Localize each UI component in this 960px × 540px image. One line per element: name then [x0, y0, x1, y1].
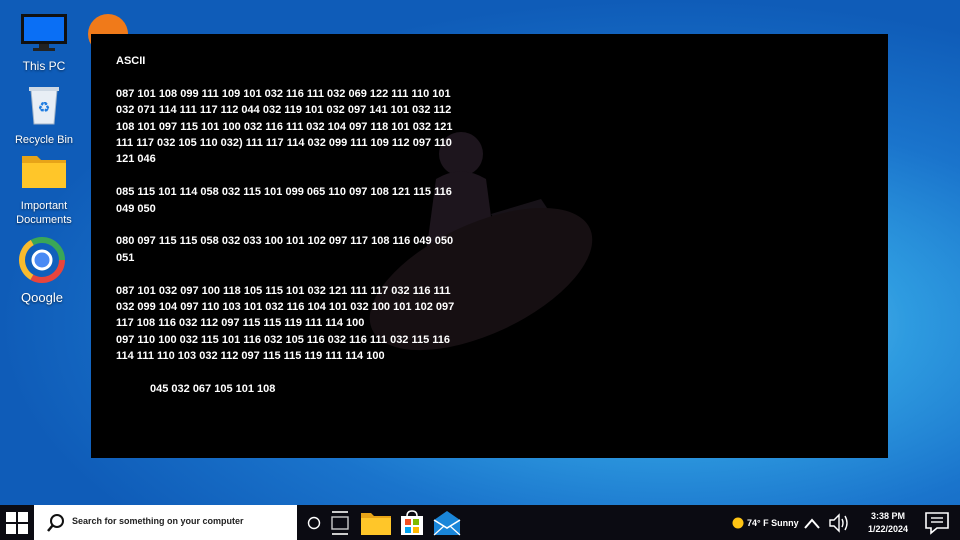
task-view-icon	[331, 510, 349, 535]
search-icon	[47, 514, 64, 532]
terminal-heading: ASCII	[116, 55, 146, 67]
ascii-block-1: 087 101 108 099 111 109 101 032 116 111 …	[116, 87, 453, 166]
recycle-bin-shortcut[interactable]: ♻ Recycle Bin	[8, 84, 80, 147]
terminal-text: ASCII 087 101 108 099 111 109 101 032 11…	[116, 53, 456, 414]
volume-button[interactable]	[828, 505, 852, 540]
clock-time: 3:38 PM	[870, 511, 905, 521]
browser-icon	[19, 237, 65, 283]
monitor-icon	[21, 14, 67, 51]
sun-icon	[732, 517, 744, 528]
store-icon	[401, 509, 423, 535]
qoogle-shortcut[interactable]: Qoogle	[6, 236, 78, 305]
mail-button[interactable]	[432, 505, 462, 540]
this-pc-label: This PC	[22, 59, 66, 73]
store-button[interactable]	[398, 505, 426, 540]
notifications-button[interactable]	[924, 505, 950, 540]
task-view-button[interactable]	[328, 505, 352, 540]
notification-icon	[925, 511, 949, 535]
windows-logo-icon	[6, 511, 28, 534]
weather-widget[interactable]: 74° F Sunny	[732, 505, 799, 540]
ascii-block-5: 097 110 100 032 115 101 116 032 105 116 …	[116, 333, 451, 363]
mail-icon	[433, 510, 461, 535]
important-documents-shortcut[interactable]: Important Documents	[8, 150, 80, 227]
circle-icon	[307, 516, 321, 529]
taskbar: Search for something on your computer 74…	[0, 505, 960, 540]
file-explorer-button[interactable]	[359, 505, 393, 540]
weather-text: 74° F Sunny	[747, 517, 799, 528]
ascii-terminal-window: ASCII 087 101 108 099 111 109 101 032 11…	[91, 34, 888, 458]
svg-text:♻: ♻	[38, 100, 51, 116]
show-hidden-icons-button[interactable]	[804, 505, 820, 540]
folder-icon	[22, 156, 66, 188]
start-button[interactable]	[0, 505, 34, 540]
recycle-bin-label: Recycle Bin	[14, 134, 74, 146]
taskbar-search[interactable]: Search for something on your computer	[34, 505, 297, 540]
search-placeholder: Search for something on your computer	[72, 516, 244, 526]
ascii-block-2: 085 115 101 114 058 032 115 101 099 065 …	[116, 186, 452, 215]
cortana-button[interactable]	[304, 505, 324, 540]
qoogle-label: Qoogle	[21, 290, 63, 305]
ascii-block-4: 087 101 032 097 100 118 105 115 101 032 …	[116, 284, 455, 330]
clock-date: 1/22/2024	[867, 524, 909, 534]
chevron-up-icon	[804, 517, 820, 529]
important-documents-label: Important Documents	[16, 200, 72, 226]
folder-icon	[361, 512, 391, 535]
ascii-block-3: 080 097 115 115 058 032 033 100 101 102 …	[116, 235, 454, 264]
this-pc-icon-shortcut[interactable]: This PC	[8, 12, 80, 73]
ascii-signature: 045 032 067 105 101 108	[150, 383, 276, 396]
taskbar-clock[interactable]: 3:38 PM 1/22/2024	[860, 510, 916, 536]
speaker-icon	[829, 512, 848, 533]
recycle-bin-icon: ♻	[29, 87, 59, 125]
